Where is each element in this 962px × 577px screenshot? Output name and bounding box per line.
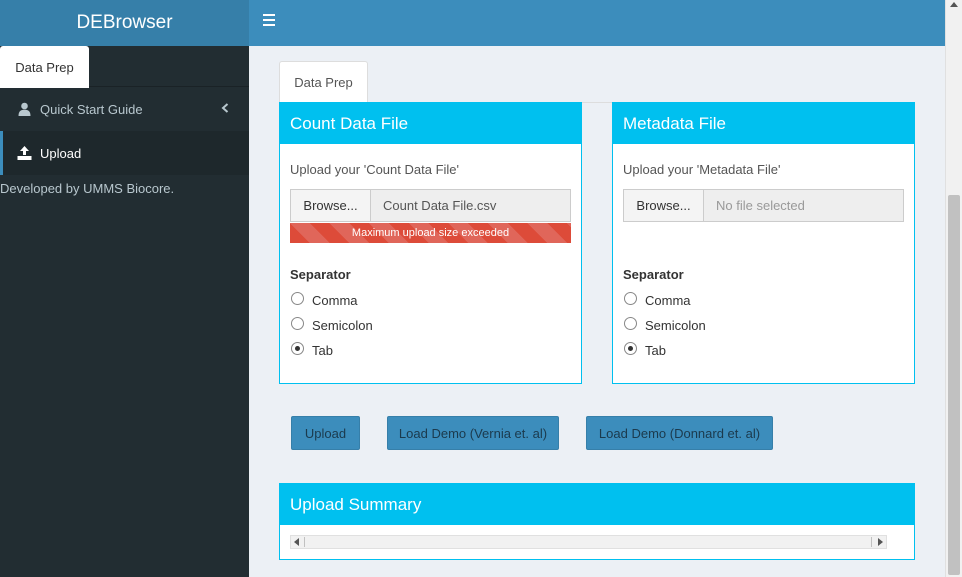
upload-icon — [16, 145, 32, 161]
radio-circle[interactable] — [624, 317, 637, 330]
sidebar-item-quick-start-guide[interactable]: Quick Start Guide — [0, 87, 249, 131]
separator-title: Separator — [623, 267, 684, 282]
developed-by-line: Developed by UMMS Biocore. — [0, 181, 175, 196]
main-tabs: Data Prep — [279, 61, 915, 103]
load-demo-vernia-button[interactable]: Load Demo (Vernia et. al) — [387, 416, 559, 450]
file-name-field[interactable]: No file selected — [704, 190, 903, 221]
upload-label: Upload your 'Count Data File' — [290, 162, 459, 177]
radio-circle-checked[interactable] — [624, 342, 637, 355]
sidebar: Data Prep Quick Start Guide Upload Devel… — [0, 46, 249, 577]
user-icon — [16, 101, 32, 117]
upload-label: Upload your 'Metadata File' — [623, 162, 781, 177]
box-title: Upload Summary — [280, 484, 914, 525]
scroll-up-icon[interactable] — [950, 2, 958, 7]
count-data-file-box: Count Data File Upload your 'Count Data … — [279, 102, 582, 384]
radio-circle[interactable] — [624, 292, 637, 305]
separator-title: Separator — [290, 267, 351, 282]
box-title: Metadata File — [613, 103, 914, 144]
metadata-file-box: Metadata File Upload your 'Metadata File… — [612, 102, 915, 384]
radio-semicolon[interactable]: Semicolon — [290, 313, 571, 338]
sidebar-item-label: Upload — [40, 145, 82, 161]
count-file-input[interactable]: Browse... Count Data File.csv — [290, 189, 571, 222]
radio-tab[interactable]: Tab — [290, 338, 571, 363]
upload-error-bar: Maximum upload size exceeded — [290, 223, 571, 243]
file-name-field[interactable]: Count Data File.csv — [371, 190, 570, 221]
radio-circle[interactable] — [291, 317, 304, 330]
scroll-left-icon[interactable] — [294, 538, 299, 546]
tab-data-prep[interactable]: Data Prep — [279, 61, 368, 103]
vertical-scrollbar[interactable] — [945, 0, 962, 577]
sidebar-item-label: Quick Start Guide — [40, 101, 143, 117]
scroll-right-icon[interactable] — [878, 538, 883, 546]
radio-tab[interactable]: Tab — [623, 338, 904, 363]
browse-button[interactable]: Browse... — [624, 190, 704, 221]
box-title: Count Data File — [280, 103, 581, 144]
scrollbar-thumb[interactable] — [948, 195, 960, 575]
sidebar-item-upload[interactable]: Upload — [0, 131, 249, 175]
radio-circle[interactable] — [291, 292, 304, 305]
top-navbar — [249, 0, 945, 46]
scrollbar-thumb[interactable] — [304, 537, 872, 547]
chevron-left-icon[interactable] — [221, 101, 229, 116]
metadata-file-input[interactable]: Browse... No file selected — [623, 189, 904, 222]
app-logo[interactable]: DEBrowser — [0, 0, 249, 46]
umms-biocore-link[interactable]: UMMS Biocore. — [83, 181, 174, 196]
horizontal-scrollbar[interactable] — [290, 535, 887, 549]
radio-comma[interactable]: Comma — [623, 288, 904, 313]
radio-semicolon[interactable]: Semicolon — [623, 313, 904, 338]
sidebar-tabs: Data Prep — [0, 46, 249, 88]
radio-circle-checked[interactable] — [291, 342, 304, 355]
hamburger-icon[interactable] — [263, 14, 277, 28]
upload-button[interactable]: Upload — [291, 416, 360, 450]
browse-button[interactable]: Browse... — [291, 190, 371, 221]
sidebar-tab-data-prep[interactable]: Data Prep — [0, 46, 89, 88]
load-demo-donnard-button[interactable]: Load Demo (Donnard et. al) — [586, 416, 773, 450]
radio-comma[interactable]: Comma — [290, 288, 571, 313]
